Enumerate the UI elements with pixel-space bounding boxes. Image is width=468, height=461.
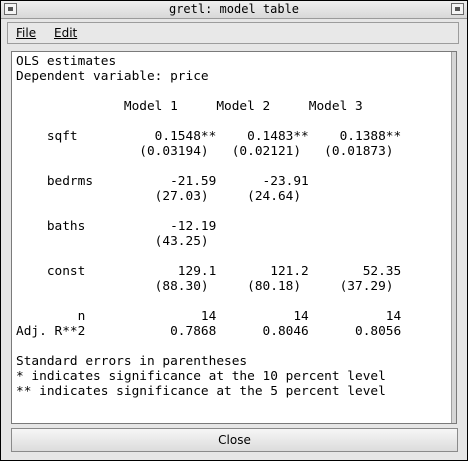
title-bar[interactable]: gretl: model table	[1, 1, 467, 19]
menu-edit-label: Edit	[54, 26, 78, 40]
window-title: gretl: model table	[168, 2, 300, 16]
model-table-text: OLS estimates Dependent variable: price …	[16, 54, 402, 399]
model-table-text-view[interactable]: OLS estimates Dependent variable: price …	[11, 51, 457, 424]
menu-file-label: File	[16, 26, 37, 40]
window-close-icon[interactable]	[451, 3, 464, 15]
menu-bar: File Edit	[7, 22, 459, 44]
scrollbar[interactable]	[451, 52, 456, 423]
model-table-window: gretl: model table File Edit OLS estimat…	[0, 0, 468, 461]
menu-file[interactable]: File	[16, 26, 36, 40]
close-button[interactable]: Close	[11, 428, 458, 452]
menu-edit[interactable]: Edit	[54, 26, 77, 40]
